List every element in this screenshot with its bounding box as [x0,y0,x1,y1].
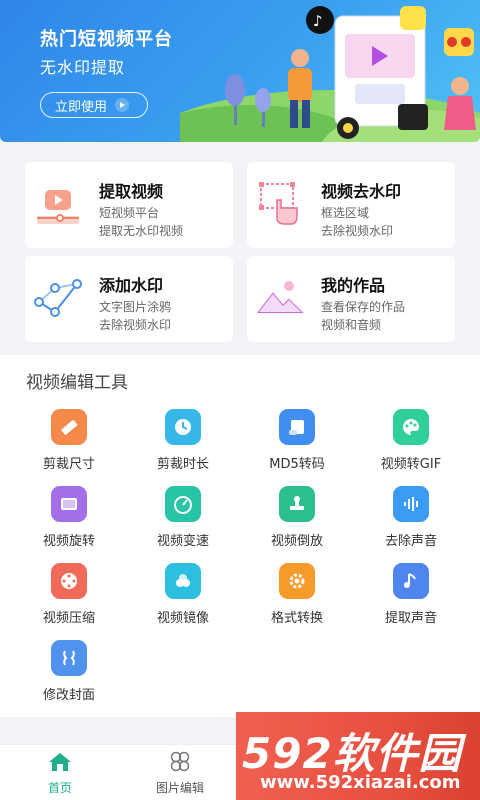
tool-rotate[interactable]: 视频旋转 [19,486,119,549]
tool-label: 视频转GIF [380,457,442,472]
circles-icon [165,563,201,599]
use-now-label: 立即使用 [55,99,108,115]
tool-reverse[interactable]: 视频倒放 [247,486,347,549]
card-extract-video[interactable]: 提取视频 短视频平台 提取无水印视频 [25,162,233,248]
feature-cards: 提取视频 短视频平台 提取无水印视频 视频去水印 框选区域 去除视频水印 添加水… [25,162,457,342]
card-line: 视频和音频 [321,318,382,332]
tool-format-convert[interactable]: 格式转换 [247,563,347,626]
card-line: 提取无水印视频 [99,224,184,238]
banner-illustration: ♪ [180,6,480,142]
arrow-right-icon [115,98,130,112]
tool-label: 修改封面 [42,688,95,703]
tool-compress[interactable]: 视频压缩 [19,563,119,626]
nav-home[interactable]: 首页 [10,751,110,796]
tool-mirror[interactable]: 视频镜像 [133,563,233,626]
tool-label: 提取声音 [384,611,437,626]
video-tools-section: 视频编辑工具 剪裁尺寸 剪裁时长 MD5转码 视频转GIF 视频旋转 视频变速 … [0,355,480,717]
home-icon [49,753,71,771]
hero-banner[interactable]: 热门短视频平台 无水印提取 立即使用 ♪ [0,0,480,142]
svg-text:♪: ♪ [313,12,323,30]
card-title: 视频去水印 [321,182,402,201]
tool-edit-cover[interactable]: 修改封面 [19,640,119,703]
tool-label: MD5转码 [269,457,325,472]
tool-md5[interactable]: MD5转码 [247,409,347,472]
tool-label: 视频压缩 [42,611,95,626]
hand-select-icon [259,182,298,225]
tool-label: 剪裁时长 [156,457,209,472]
card-title: 提取视频 [99,182,164,201]
music-note-icon [393,563,429,599]
card-line: 查看保存的作品 [321,300,406,314]
card-add-watermark[interactable]: 添加水印 文字图片涂鸦 去除视频水印 [25,256,233,342]
tool-label: 视频变速 [156,534,209,549]
tool-speed[interactable]: 视频变速 [133,486,233,549]
nav-image-edit[interactable]: 图片编辑 [130,751,230,796]
tool-label: 去除声音 [384,534,437,549]
card-remove-watermark[interactable]: 视频去水印 框选区域 去除视频水印 [247,162,455,248]
pen-draw-icon [34,279,82,317]
palette-icon [393,409,429,445]
stamp-icon [279,486,315,522]
gear-icon [279,563,315,599]
waveform-icon [393,486,429,522]
banner-subtitle: 无水印提取 [40,58,126,77]
tool-crop-duration[interactable]: 剪裁时长 [133,409,233,472]
speedometer-icon [165,486,201,522]
tool-label: 剪裁尺寸 [42,457,95,472]
section-title: 视频编辑工具 [26,373,128,393]
tool-video-to-gif[interactable]: 视频转GIF [361,409,461,472]
banner-title: 热门短视频平台 [40,29,173,50]
use-now-button[interactable]: 立即使用 [40,92,148,118]
card-line: 文字图片涂鸦 [99,300,172,314]
card-line: 去除视频水印 [321,224,394,238]
tablet-icon [51,486,87,522]
tool-extract-sound[interactable]: 提取声音 [361,563,461,626]
film-reel-icon [51,563,87,599]
tool-crop-size[interactable]: 剪裁尺寸 [19,409,119,472]
tool-label: 视频镜像 [156,611,209,626]
clover-icon [170,751,190,772]
clock-icon [165,409,201,445]
tool-label: 格式转换 [270,611,323,626]
card-my-works[interactable]: 我的作品 查看保存的作品 视频和音频 [247,256,455,342]
site-watermark: 592软件园 www.592xiazai.com [236,712,480,800]
nav-home-label: 首页 [47,781,72,795]
card-title: 添加水印 [99,276,164,295]
scroll-icon [279,409,315,445]
nav-image-edit-label: 图片编辑 [155,781,204,795]
ruler-icon [51,409,87,445]
watermark-url: www.592xiazai.com [260,772,461,793]
extract-video-icon [37,190,79,224]
tool-label: 视频旋转 [42,534,95,549]
cover-icon [51,640,87,676]
tool-remove-sound[interactable]: 去除声音 [361,486,461,549]
card-line: 框选区域 [321,206,370,220]
card-line: 短视频平台 [99,206,160,220]
tool-label: 视频倒放 [270,534,323,549]
mountain-image-icon [256,281,304,313]
card-line: 去除视频水印 [99,318,172,332]
card-title: 我的作品 [321,276,386,295]
